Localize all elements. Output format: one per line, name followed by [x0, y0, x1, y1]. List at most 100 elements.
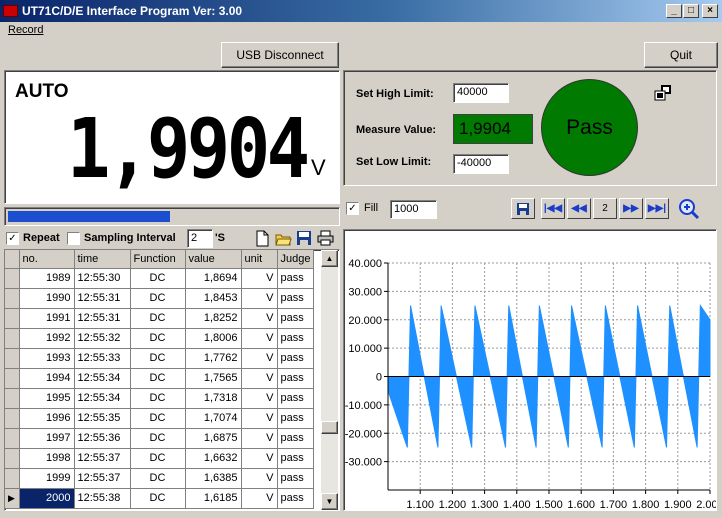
bar-segment — [17, 211, 26, 222]
x-tick-label: 2.000 — [696, 499, 716, 510]
save-file-icon[interactable] — [296, 230, 313, 247]
table-row[interactable]: 1997 12:55:36 DC 1,6875 Vpass — [5, 428, 315, 449]
cell-time: 12:55:34 — [74, 388, 131, 409]
next-page-button[interactable]: ▶▶ — [619, 198, 643, 219]
scroll-down-button[interactable]: ▼ — [321, 493, 338, 510]
table-row[interactable]: 1990 12:55:31 DC 1,8453 Vpass — [5, 288, 315, 309]
cell-judge: pass — [277, 288, 315, 309]
cell-judge: pass — [277, 468, 315, 489]
maximize-button[interactable]: □ — [683, 4, 699, 18]
table-row[interactable]: 1995 12:55:34 DC 1,7318 Vpass — [5, 388, 315, 409]
col-header-value[interactable]: value — [185, 250, 242, 269]
points-input[interactable]: 1000 — [390, 200, 437, 219]
title-bar[interactable]: UT71C/D/E Interface Program Ver: 3.00 _ … — [0, 0, 722, 22]
row-indicator: ▶ — [5, 488, 20, 509]
cell-value: 1,7318 — [185, 388, 242, 409]
cell-function: DC — [130, 408, 186, 429]
col-header-time[interactable]: time — [74, 250, 131, 269]
cell-unit: V — [241, 268, 278, 289]
high-limit-label: Set High Limit: — [356, 88, 434, 100]
quit-button[interactable]: Quit — [644, 42, 718, 68]
menu-bar: Record — [0, 22, 722, 40]
table-row[interactable]: 1989 12:55:30 DC 1,8694 Vpass — [5, 268, 315, 289]
cell-function: DC — [130, 368, 186, 389]
menu-record[interactable]: Record — [8, 24, 43, 36]
cell-value: 1,8006 — [185, 328, 242, 349]
cell-unit: V — [241, 408, 278, 429]
col-header-unit[interactable]: unit — [241, 250, 278, 269]
cell-judge: pass — [277, 328, 315, 349]
table-row[interactable]: 1993 12:55:33 DC 1,7762 Vpass — [5, 348, 315, 369]
table-scrollbar[interactable]: ▲ ▼ — [321, 250, 338, 510]
window-mode-icon[interactable] — [654, 85, 672, 101]
table-row[interactable]: 1994 12:55:34 DC 1,7565 Vpass — [5, 368, 315, 389]
bar-segment — [35, 211, 44, 222]
bar-segment — [161, 211, 170, 222]
cell-judge: pass — [277, 488, 315, 509]
row-indicator — [5, 368, 20, 389]
window-title: UT71C/D/E Interface Program Ver: 3.00 — [22, 4, 243, 18]
data-table: no. time Function value unit Judge 1989 1… — [4, 249, 340, 511]
new-file-icon[interactable] — [254, 230, 271, 247]
row-indicator — [5, 328, 20, 349]
zoom-icon[interactable] — [677, 198, 701, 220]
scroll-thumb[interactable] — [321, 421, 338, 434]
bar-segment — [53, 211, 62, 222]
fill-checkbox[interactable]: ✓ — [346, 202, 359, 215]
table-row[interactable]: 1998 12:55:37 DC 1,6632 Vpass — [5, 448, 315, 469]
bar-segment — [62, 211, 71, 222]
bar-segment — [152, 211, 161, 222]
cell-function: DC — [130, 288, 186, 309]
low-limit-input[interactable]: -40000 — [453, 154, 509, 174]
cell-time: 12:55:37 — [74, 448, 131, 469]
table-row[interactable]: ▶ 2000 12:55:38 DC 1,6185 Vpass — [5, 488, 315, 509]
table-row[interactable]: 1992 12:55:32 DC 1,8006 Vpass — [5, 328, 315, 349]
col-header-no[interactable]: no. — [19, 250, 75, 269]
cell-no: 1994 — [19, 368, 75, 389]
cell-time: 12:55:38 — [74, 488, 131, 509]
x-tick-label: 1.200 — [439, 499, 467, 510]
cell-time: 12:55:35 — [74, 408, 131, 429]
cell-unit: V — [241, 468, 278, 489]
cell-value: 1,6385 — [185, 468, 242, 489]
repeat-checkbox[interactable]: ✓ — [6, 232, 19, 245]
col-header-function[interactable]: Function — [130, 250, 186, 269]
cell-function: DC — [130, 328, 186, 349]
row-indicator — [5, 388, 20, 409]
table-row[interactable]: 1996 12:55:35 DC 1,7074 Vpass — [5, 408, 315, 429]
open-folder-icon[interactable] — [275, 230, 292, 247]
bar-segment — [125, 211, 134, 222]
measure-value-label: Measure Value: — [356, 124, 437, 136]
col-header-judge[interactable]: Judge — [277, 250, 315, 269]
x-tick-label: 1.400 — [503, 499, 531, 510]
first-page-button[interactable]: |◀◀ — [541, 198, 565, 219]
table-row[interactable]: 1999 12:55:37 DC 1,6385 Vpass — [5, 468, 315, 489]
cell-time: 12:55:31 — [74, 288, 131, 309]
cell-judge: pass — [277, 408, 315, 429]
cell-function: DC — [130, 448, 186, 469]
cell-function: DC — [130, 388, 186, 409]
cell-time: 12:55:31 — [74, 308, 131, 329]
cell-unit: V — [241, 328, 278, 349]
scroll-up-button[interactable]: ▲ — [321, 250, 338, 267]
x-tick-label: 1.600 — [567, 499, 595, 510]
cell-time: 12:55:32 — [74, 328, 131, 349]
table-row[interactable]: 1991 12:55:31 DC 1,8252 Vpass — [5, 308, 315, 329]
cell-judge: pass — [277, 428, 315, 449]
usb-disconnect-button[interactable]: USB Disconnect — [221, 42, 339, 68]
bar-segment — [71, 211, 80, 222]
prev-page-button[interactable]: ◀◀ — [567, 198, 591, 219]
interval-input[interactable]: 2 — [187, 229, 213, 248]
high-limit-input[interactable]: 40000 — [453, 83, 509, 103]
measure-value-display: 1,9904 — [453, 114, 533, 144]
save-chart-button[interactable] — [511, 198, 535, 219]
sampling-interval-checkbox[interactable] — [67, 232, 80, 245]
cell-judge: pass — [277, 368, 315, 389]
minimize-button[interactable]: _ — [666, 4, 682, 18]
cell-value: 1,6875 — [185, 428, 242, 449]
last-page-button[interactable]: ▶▶| — [645, 198, 669, 219]
cell-judge: pass — [277, 348, 315, 369]
row-indicator — [5, 448, 20, 469]
print-icon[interactable] — [317, 230, 334, 247]
close-button[interactable]: × — [702, 4, 718, 18]
